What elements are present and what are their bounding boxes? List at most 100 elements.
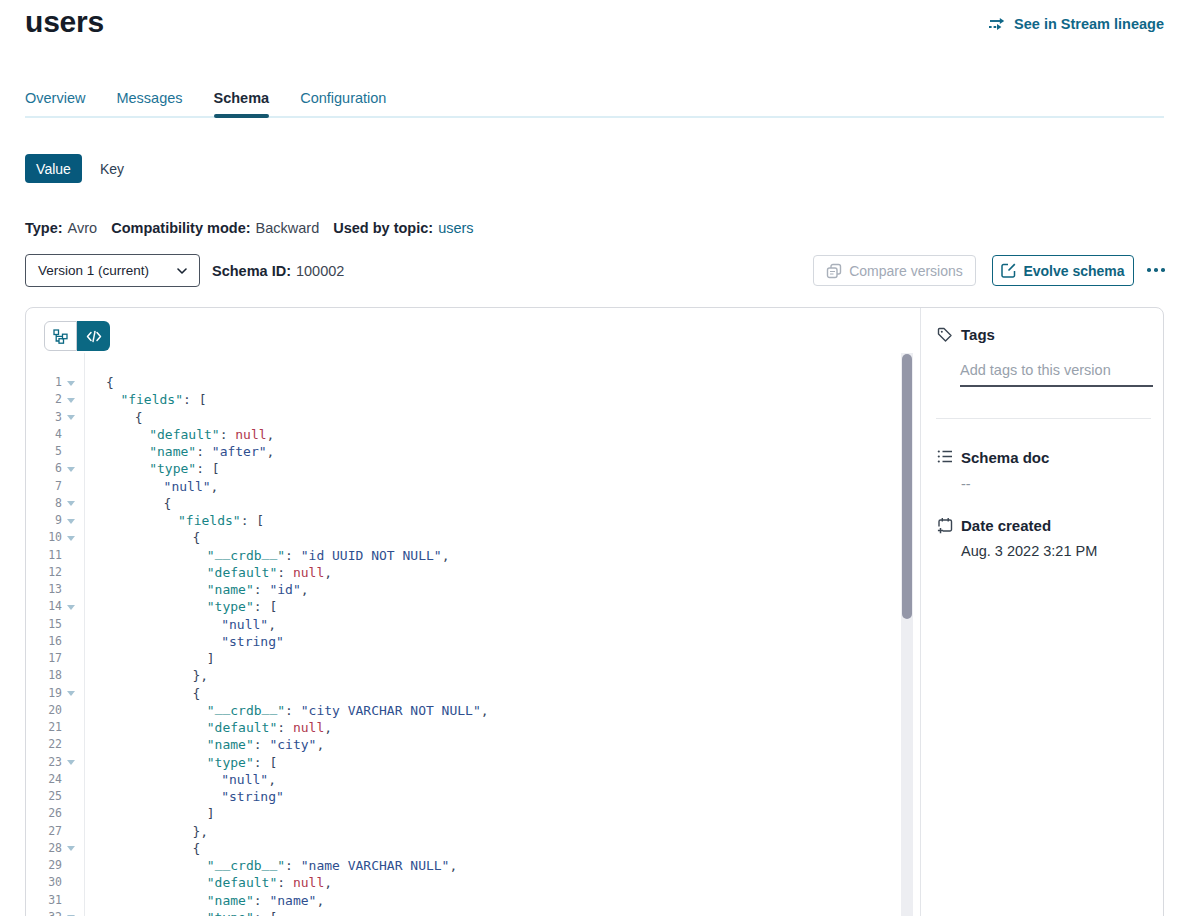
token-k: "default"	[149, 427, 219, 442]
code-view-button[interactable]	[77, 321, 110, 351]
code-line: 15"null",	[26, 616, 920, 633]
meta-label: Compatibility mode:	[111, 220, 250, 236]
fold-arrow-icon[interactable]	[67, 760, 75, 765]
code-line: 11"__crdb__": "id UUID NOT NULL",	[26, 547, 920, 564]
code-line-content: "default": null,	[207, 564, 332, 581]
token-p: ,	[324, 875, 332, 890]
code-line: 18},	[26, 667, 920, 684]
token-p: :	[254, 893, 270, 908]
code-line-content: "__crdb__": "name VARCHAR NULL",	[207, 857, 457, 874]
fold-arrow-icon[interactable]	[67, 536, 75, 541]
token-p: {	[135, 410, 143, 425]
stream-lineage-link[interactable]: See in Stream lineage	[988, 16, 1164, 32]
token-p: ,	[267, 444, 275, 459]
version-select[interactable]: Version 1 (current)	[25, 254, 200, 287]
line-number: 10	[26, 529, 62, 546]
token-k: "fields"	[178, 513, 241, 528]
sidebar-section-divider	[936, 418, 1151, 419]
fold-arrow-icon[interactable]	[67, 467, 75, 472]
code-editor[interactable]: 1{2"fields": [3{4"default": null,5"name"…	[26, 374, 920, 916]
code-line-content: {	[164, 495, 172, 512]
code-line: 8{	[26, 495, 920, 512]
evolve-schema-button[interactable]: Evolve schema	[992, 255, 1134, 286]
more-actions-button[interactable]	[1147, 268, 1165, 272]
code-line-content: "name": "city",	[207, 736, 324, 753]
tags-input[interactable]: Add tags to this version	[960, 362, 1111, 378]
code-line: 13"name": "id",	[26, 581, 920, 598]
tree-view-button[interactable]	[44, 321, 77, 351]
token-s: "city VARCHAR NOT NULL"	[301, 703, 481, 718]
tag-icon	[937, 327, 953, 343]
code-line-content: "fields": [	[178, 512, 264, 529]
code-line: 17]	[26, 650, 920, 667]
code-line-content: "type": [	[207, 909, 277, 916]
code-line-content: "name": "after",	[149, 443, 274, 460]
token-p: {	[192, 530, 200, 545]
code-line-content: "default": null,	[207, 719, 332, 736]
token-p: {	[164, 496, 172, 511]
scrollbar-thumb[interactable]	[902, 354, 912, 619]
token-p: ,	[481, 703, 489, 718]
active-tab-indicator	[214, 114, 270, 118]
code-line: 21 "default": null,	[26, 719, 920, 736]
fold-arrow-icon[interactable]	[67, 605, 75, 610]
code-line: 29"__crdb__": "name VARCHAR NULL",	[26, 857, 920, 874]
fold-arrow-icon[interactable]	[67, 501, 75, 506]
fold-arrow-icon[interactable]	[67, 398, 75, 403]
fold-arrow-icon[interactable]	[67, 415, 75, 420]
code-line: 28{	[26, 840, 920, 857]
token-k: "__crdb__"	[207, 700, 285, 717]
line-number: 21	[26, 719, 62, 736]
token-p: ,	[268, 772, 276, 787]
token-p: :	[254, 582, 270, 597]
meta-value-link[interactable]: users	[438, 220, 473, 236]
page-title: users	[25, 5, 104, 39]
key-toggle-button[interactable]: Key	[100, 154, 124, 183]
code-line-content: "fields": [	[120, 391, 206, 408]
line-number: 2	[26, 391, 62, 408]
token-n: null	[293, 565, 324, 580]
token-s: "null"	[164, 479, 211, 494]
token-k: "fields"	[120, 392, 183, 407]
tab-configuration[interactable]: Configuration	[300, 90, 386, 107]
date-created-heading: Date created	[961, 517, 1051, 534]
code-line: 14"type": [	[26, 598, 920, 615]
token-p: :	[285, 548, 301, 563]
tab-overview[interactable]: Overview	[25, 90, 85, 107]
line-number: 9	[26, 512, 62, 529]
code-line-content: "null",	[221, 771, 276, 788]
list-icon	[937, 449, 953, 464]
schema-doc-heading: Schema doc	[961, 449, 1049, 466]
token-k: "type"	[207, 599, 254, 614]
token-p: :	[220, 427, 236, 442]
tab-schema[interactable]: Schema	[214, 90, 270, 107]
line-number: 15	[26, 616, 62, 633]
line-number: 24	[26, 771, 62, 788]
value-toggle-button[interactable]: Value	[25, 154, 82, 183]
token-p: :	[277, 565, 293, 580]
fold-arrow-icon[interactable]	[67, 519, 75, 524]
code-view-icon	[86, 330, 102, 343]
line-number: 25	[26, 788, 62, 805]
tab-bar: Overview Messages Schema Configuration	[25, 90, 1164, 118]
code-line-content: "type": [	[207, 598, 277, 615]
line-number: 6	[26, 460, 62, 477]
code-line: 10 {	[26, 529, 920, 546]
fold-arrow-icon[interactable]	[67, 691, 75, 696]
line-number: 18	[26, 667, 62, 684]
code-line-content: "default": null,	[207, 874, 332, 891]
tab-messages[interactable]: Messages	[116, 90, 182, 107]
line-number: 12	[26, 564, 62, 581]
compare-versions-button[interactable]: Compare versions	[813, 255, 976, 286]
code-line: 7"null",	[26, 478, 920, 495]
code-line: 12 "default": null,	[26, 564, 920, 581]
line-number: 30	[26, 874, 62, 891]
fold-arrow-icon[interactable]	[67, 846, 75, 851]
token-p: ,	[211, 479, 219, 494]
fold-arrow-icon[interactable]	[67, 381, 75, 386]
token-p: ]	[207, 651, 215, 666]
code-line-content: "default": null,	[149, 426, 274, 443]
code-line-content: "__crdb__": "city VARCHAR NOT NULL",	[207, 702, 489, 719]
token-s: "name"	[269, 893, 316, 908]
line-number: 4	[26, 426, 62, 443]
